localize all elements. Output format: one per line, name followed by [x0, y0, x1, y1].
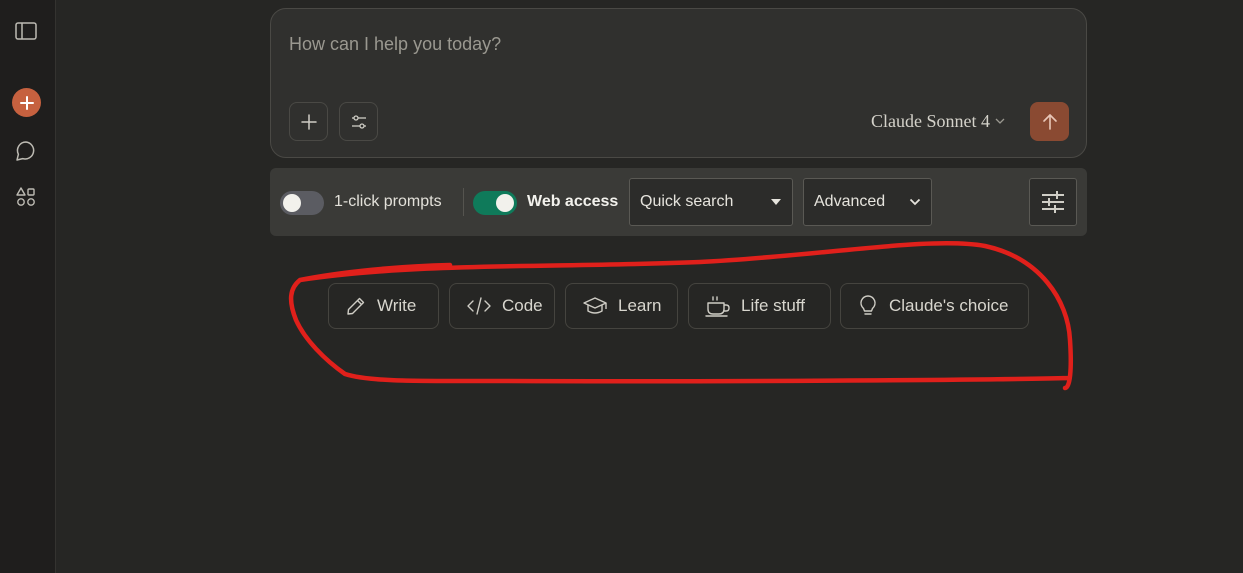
tune-icon — [1042, 191, 1064, 213]
code-icon — [467, 297, 491, 315]
message-input[interactable] — [289, 31, 1049, 57]
chip-label: Learn — [618, 296, 662, 315]
shapes-icon[interactable] — [14, 185, 38, 209]
arrow-up-icon — [1042, 113, 1057, 130]
mode-dropdown[interactable]: Advanced — [803, 178, 932, 226]
web-access-label: Web access — [527, 193, 619, 210]
new-chat-button[interactable] — [12, 88, 41, 117]
send-button[interactable] — [1030, 102, 1069, 141]
divider — [463, 188, 464, 216]
add-attachment-button[interactable] — [289, 102, 328, 141]
chip-write[interactable]: Write — [328, 283, 439, 329]
search-mode-dropdown[interactable]: Quick search — [629, 178, 793, 226]
model-label: Claude Sonnet 4 — [871, 110, 990, 131]
one-click-prompts-toggle[interactable] — [280, 191, 324, 215]
chat-bubble-icon[interactable] — [14, 139, 38, 163]
chevron-down-icon — [995, 118, 1005, 124]
mode-value: Advanced — [814, 193, 886, 210]
web-access-toggle[interactable] — [473, 191, 517, 215]
chip-label: Life stuff — [741, 296, 805, 315]
extension-toolbar: 1-click prompts Web access Quick search … — [270, 168, 1087, 236]
chip-label: Claude's choice — [889, 296, 1009, 315]
search-mode-value: Quick search — [640, 193, 734, 210]
lightbulb-icon — [860, 295, 876, 315]
chip-learn[interactable]: Learn — [565, 283, 678, 329]
graduation-cap-icon — [583, 297, 607, 314]
coffee-cup-icon — [705, 296, 730, 317]
sliders-icon — [351, 114, 366, 129]
chevron-down-icon — [909, 198, 921, 206]
plus-icon — [19, 95, 34, 110]
sidebar-toggle-icon[interactable] — [14, 19, 38, 43]
model-selector[interactable]: Claude Sonnet 4 — [871, 109, 1006, 133]
chip-claudes-choice[interactable]: Claude's choice — [840, 283, 1029, 329]
sidebar — [0, 0, 56, 573]
tools-button[interactable] — [339, 102, 378, 141]
plus-icon — [300, 113, 317, 130]
chip-label: Write — [377, 296, 417, 315]
toolbar-settings-button[interactable] — [1029, 178, 1077, 226]
chip-life-stuff[interactable]: Life stuff — [688, 283, 831, 329]
caret-down-icon — [771, 199, 781, 205]
pencil-icon — [347, 297, 365, 315]
chip-label: Code — [502, 296, 543, 315]
one-click-prompts-label: 1-click prompts — [334, 193, 442, 210]
composer: Claude Sonnet 4 — [270, 8, 1087, 158]
chip-code[interactable]: Code — [449, 283, 555, 329]
